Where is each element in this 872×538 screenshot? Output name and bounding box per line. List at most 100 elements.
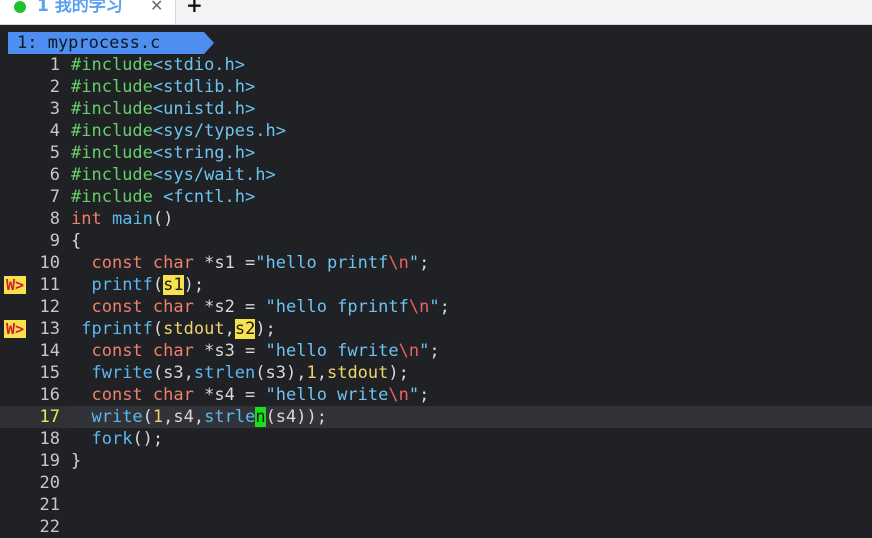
code-line[interactable]: 12 const char *s2 = "hello fprintf\n"; <box>0 296 872 318</box>
code-line[interactable]: 15 fwrite(s3,strlen(s3),1,stdout); <box>0 362 872 384</box>
code-line[interactable]: 9{ <box>0 230 872 252</box>
code-token: const <box>91 297 143 317</box>
line-number: 2 <box>49 77 60 97</box>
code-line[interactable]: 10 const char *s1 ="hello printf\n"; <box>0 252 872 274</box>
code-line[interactable]: 20 <box>0 472 872 494</box>
code-token: <sys/types.h> <box>152 121 286 141</box>
warning-sign-icon: W> <box>4 320 26 338</box>
code-token: *s3 = <box>193 341 266 361</box>
text-cursor: n <box>255 407 266 427</box>
code-token: <sys/wait.h> <box>152 165 276 185</box>
line-number: 18 <box>39 429 60 449</box>
code-line[interactable]: 22 <box>0 516 872 538</box>
line-number: 1 <box>49 55 60 75</box>
code-token: ; <box>439 297 450 317</box>
code-token: #include <box>71 77 153 97</box>
code-token: const <box>91 341 143 361</box>
code-text: { <box>71 230 872 252</box>
code-token: 1 <box>306 363 317 383</box>
tab-title[interactable]: 1 我的学习 <box>37 0 123 16</box>
line-number: 3 <box>49 99 60 119</box>
code-line[interactable]: 17 write(1,s4,strlen(s4)); <box>0 406 872 428</box>
code-token: \n <box>408 297 430 317</box>
code-token: <stdio.h> <box>152 55 246 75</box>
tab-active[interactable]: 1 我的学习 ✕ <box>0 0 176 24</box>
line-number: 16 <box>39 385 60 405</box>
code-token: char <box>152 253 194 273</box>
code-text: printf(s1); <box>71 274 872 296</box>
line-number: 20 <box>39 473 60 493</box>
line-number: 22 <box>39 517 60 537</box>
code-line[interactable]: 14 const char *s3 = "hello fwrite\n"; <box>0 340 872 362</box>
code-text: const char *s1 ="hello printf\n"; <box>71 252 872 274</box>
code-token: \n <box>388 385 409 405</box>
code-text: const char *s4 = "hello write\n"; <box>71 384 872 406</box>
code-token: #include <box>71 143 153 163</box>
code-token: (); <box>132 429 164 449</box>
code-token: char <box>152 341 194 361</box>
line-number: 15 <box>39 363 60 383</box>
line-number: 6 <box>49 165 60 185</box>
code-token: " <box>429 297 440 317</box>
code-token: s2 <box>234 319 256 339</box>
code-line[interactable]: 1 #include<stdio.h> <box>0 54 872 76</box>
code-line[interactable]: 19} <box>0 450 872 472</box>
code-line[interactable]: 5 #include<string.h> <box>0 142 872 164</box>
buffer-tab-label: 1: myprocess.c <box>17 33 161 53</box>
code-line[interactable]: 3 #include<unistd.h> <box>0 98 872 120</box>
code-line[interactable]: 18 fork(); <box>0 428 872 450</box>
code-line[interactable]: 4 #include<sys/types.h> <box>0 120 872 142</box>
code-token: , <box>316 363 327 383</box>
buffer-tab[interactable]: 1: myprocess.c <box>8 32 214 54</box>
warning-sign-icon: W> <box>4 276 26 294</box>
code-token: stdout <box>326 363 389 383</box>
code-line[interactable]: W> 11 printf(s1); <box>0 274 872 296</box>
code-token: *s1 = <box>193 253 256 273</box>
code-token: int <box>71 209 102 229</box>
code-token: , <box>224 319 235 339</box>
code-line[interactable]: 7 #include <fcntl.h> <box>0 186 872 208</box>
code-token: *s4 = <box>193 385 266 405</box>
code-token: (s3, <box>152 363 194 383</box>
code-token: { <box>71 231 82 251</box>
code-token: *s2 = <box>193 297 266 317</box>
code-token: const <box>91 385 143 405</box>
code-token: (s4)); <box>265 407 327 427</box>
code-token: ,s4, <box>163 407 205 427</box>
code-line[interactable]: 2 #include<stdlib.h> <box>0 76 872 98</box>
code-token: ; <box>419 253 430 273</box>
status-dot-icon <box>14 1 26 13</box>
code-text: fwrite(s3,strlen(s3),1,stdout); <box>71 362 872 384</box>
code-line[interactable]: W> 13 fprintf(stdout,s2); <box>0 318 872 340</box>
code-line[interactable]: 16 const char *s4 = "hello write\n"; <box>0 384 872 406</box>
line-number: 4 <box>49 121 60 141</box>
code-token: char <box>152 385 194 405</box>
code-token: <unistd.h> <box>152 99 256 119</box>
code-line[interactable]: 6 #include<sys/wait.h> <box>0 164 872 186</box>
code-text: const char *s2 = "hello fprintf\n"; <box>71 296 872 318</box>
code-text: #include<sys/wait.h> <box>71 164 872 186</box>
code-token: ; <box>419 385 430 405</box>
code-token: stdout <box>163 319 225 339</box>
code-token: " <box>419 341 430 361</box>
line-number: 21 <box>39 495 60 515</box>
code-line[interactable]: 21 <box>0 494 872 516</box>
close-icon[interactable]: ✕ <box>150 0 163 16</box>
line-number: 11 <box>39 275 60 295</box>
code-token: ); <box>255 319 276 339</box>
code-line[interactable]: 8 int main() <box>0 208 872 230</box>
code-token: #include <box>71 121 153 141</box>
line-number: 5 <box>49 143 60 163</box>
add-tab-icon[interactable]: + <box>186 0 203 16</box>
code-token: #include <box>71 187 164 207</box>
code-text: #include<string.h> <box>71 142 872 164</box>
